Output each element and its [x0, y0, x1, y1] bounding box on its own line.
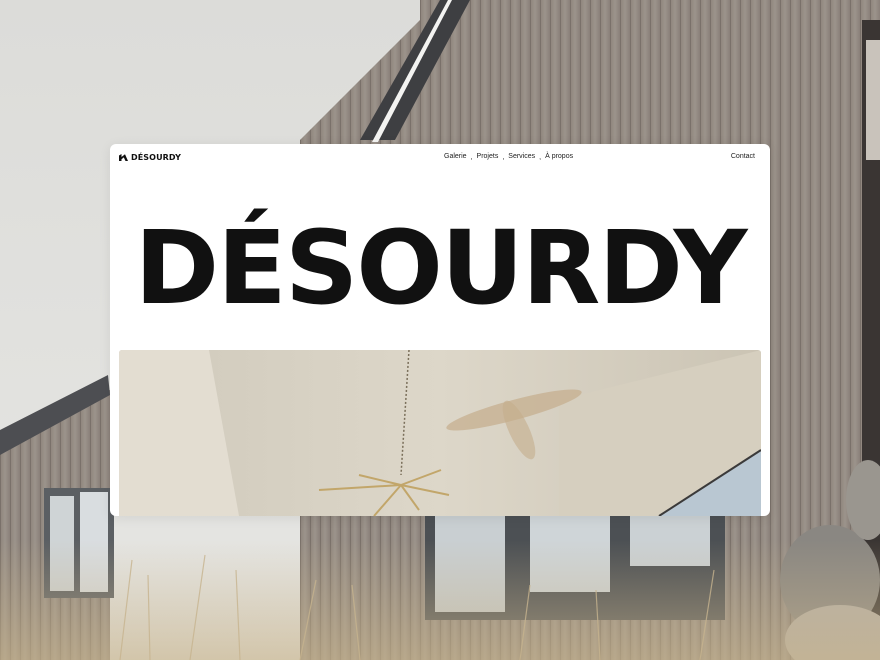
- desourdy-logo-icon: [119, 154, 128, 161]
- nav-link-galerie[interactable]: Galerie: [444, 153, 467, 160]
- nav-link-projets[interactable]: Projets: [477, 153, 499, 160]
- hero-title: DÉSOURDY: [134, 209, 748, 328]
- nav-link-services[interactable]: Services: [508, 153, 535, 160]
- interior-ceiling-image: [119, 350, 761, 516]
- site-logo[interactable]: DÉSOURDY: [119, 153, 181, 162]
- nav-link-a-propos[interactable]: À propos: [545, 153, 573, 160]
- top-navigation: DÉSOURDY Galerie , Projets , Services , …: [110, 144, 770, 172]
- logo-text: DÉSOURDY: [131, 153, 181, 162]
- nav-separator: ,: [539, 154, 542, 161]
- website-card: DÉSOURDY Galerie , Projets , Services , …: [110, 144, 770, 516]
- main-menu: Galerie , Projets , Services , À propos: [444, 153, 573, 161]
- contact-link[interactable]: Contact: [731, 153, 755, 160]
- nav-separator: ,: [470, 154, 473, 161]
- nav-separator: ,: [502, 154, 505, 161]
- hero-image: [119, 350, 761, 516]
